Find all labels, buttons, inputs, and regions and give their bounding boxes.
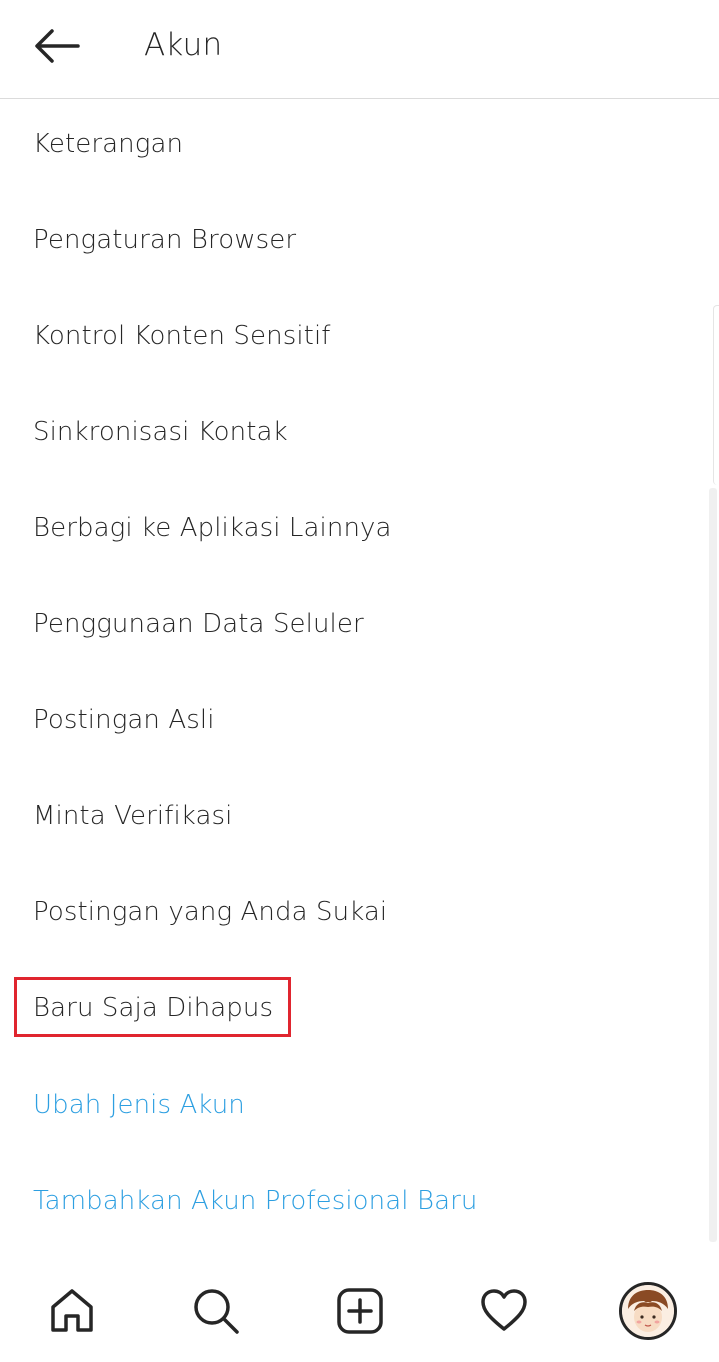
- menu-item-keterangan[interactable]: Keterangan: [0, 99, 705, 195]
- heart-icon: [481, 1289, 527, 1331]
- top-header: Akun: [0, 0, 719, 99]
- highlight-annotation-box: [14, 977, 291, 1037]
- menu-item-ubah-jenis-akun[interactable]: Ubah Jenis Akun: [0, 1060, 705, 1156]
- scrollbar-track: [713, 305, 719, 485]
- menu-item-label: Tambahkan Akun Profesional Baru: [33, 1186, 478, 1216]
- tab-activity[interactable]: [473, 1280, 535, 1342]
- new-post-icon: [337, 1288, 383, 1334]
- menu-item-berbagi-ke-aplikasi-lainnya[interactable]: Berbagi ke Aplikasi Lainnya: [0, 483, 705, 579]
- tab-new-post[interactable]: [329, 1280, 391, 1342]
- menu-item-penggunaan-data-seluler[interactable]: Penggunaan Data Seluler: [0, 579, 705, 675]
- menu-item-tambahkan-akun-profesional-baru[interactable]: Tambahkan Akun Profesional Baru: [0, 1156, 705, 1252]
- menu-item-label: Penggunaan Data Seluler: [33, 609, 364, 639]
- menu-item-kontrol-konten-sensitif[interactable]: Kontrol Konten Sensitif: [0, 291, 705, 387]
- profile-avatar: [619, 1282, 677, 1340]
- menu-item-label: Postingan Asli: [33, 705, 215, 735]
- menu-item-label: Sinkronisasi Kontak: [33, 417, 288, 447]
- arrow-left-icon: [35, 29, 80, 63]
- search-icon: [194, 1289, 239, 1334]
- menu-item-label: Ubah Jenis Akun: [33, 1090, 245, 1120]
- tab-profile[interactable]: [617, 1280, 679, 1342]
- menu-item-sinkronisasi-kontak[interactable]: Sinkronisasi Kontak: [0, 387, 705, 483]
- back-button[interactable]: [28, 24, 84, 68]
- menu-item-postingan-yang-anda-sukai[interactable]: Postingan yang Anda Sukai: [0, 867, 705, 963]
- scrollbar-thumb[interactable]: [709, 488, 717, 1242]
- tab-home[interactable]: [41, 1280, 103, 1342]
- menu-item-label: Minta Verifikasi: [33, 801, 233, 831]
- menu-item-minta-verifikasi[interactable]: Minta Verifikasi: [0, 771, 705, 867]
- menu-item-label: Keterangan: [33, 129, 184, 159]
- menu-item-pengaturan-browser[interactable]: Pengaturan Browser: [0, 195, 705, 291]
- menu-item-postingan-asli[interactable]: Postingan Asli: [0, 675, 705, 771]
- menu-item-label: Kontrol Konten Sensitif: [33, 321, 331, 351]
- menu-item-label: Berbagi ke Aplikasi Lainnya: [33, 513, 392, 543]
- tab-search[interactable]: [185, 1280, 247, 1342]
- page-title: Akun: [144, 27, 223, 63]
- avatar-face-icon: [622, 1285, 674, 1337]
- home-icon: [51, 1289, 93, 1332]
- menu-item-label: Pengaturan Browser: [33, 225, 297, 255]
- menu-item-label: Postingan yang Anda Sukai: [33, 897, 388, 927]
- bottom-tab-bar: [0, 1266, 719, 1362]
